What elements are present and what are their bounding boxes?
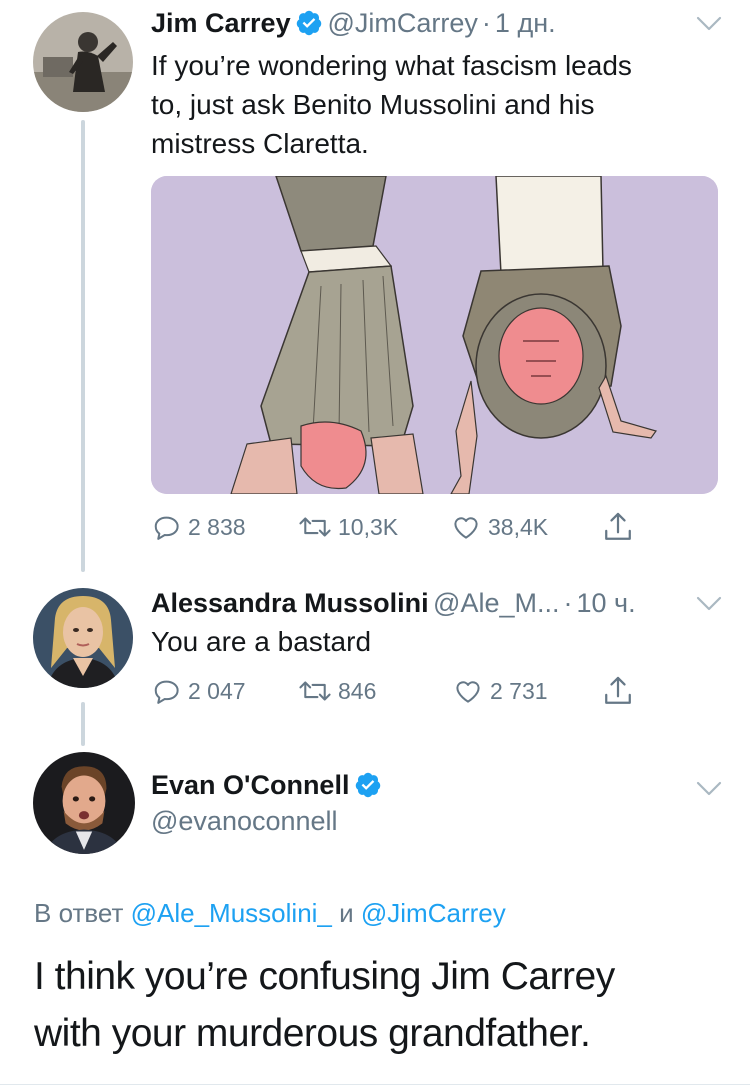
tweet2-reply-action[interactable]: 2 047 [152, 676, 246, 706]
tweet2-like-count: 2 731 [490, 677, 548, 704]
tweet2-header: Alessandra Mussolini @Ale_M... · 10 ч. [151, 588, 636, 619]
tweet1-text-line: to, just ask Benito Mussolini and his [151, 89, 595, 120]
illustration [151, 176, 718, 494]
tweet1-handle[interactable]: @JimCarrey [328, 8, 478, 38]
tweet3-text-line: I think you’re confusing Jim Carrey [34, 955, 615, 998]
tweet2-retweet-count: 846 [338, 677, 377, 704]
tweet2-retweet-action[interactable]: 846 [298, 676, 376, 706]
tweet1-reply-count: 2 838 [188, 513, 246, 540]
tweet1-sep: · [481, 8, 491, 38]
reply-icon [154, 680, 179, 704]
tweet2-handle[interactable]: @Ale_M... [433, 588, 559, 618]
tweet1-header: Jim Carrey @JimCarrey · 1 дн. [151, 8, 556, 39]
avatar-jim-carrey[interactable] [33, 12, 133, 112]
tweet3-author-name[interactable]: Evan O'Connell [151, 770, 349, 800]
reply-mention-ale-mussolini[interactable]: @Ale_Mussolini_ [131, 898, 332, 928]
tweet3-text: I think you’re confusing Jim Carrey with… [34, 948, 615, 1062]
bottom-divider [0, 1084, 750, 1085]
tweet2-author-name[interactable]: Alessandra Mussolini [151, 588, 429, 618]
retweet-icon [299, 517, 331, 537]
tweet1-like-count: 38,4K [488, 513, 549, 540]
share-icon [605, 512, 631, 540]
avatar-evan-oconnell[interactable] [33, 752, 135, 854]
thread-line-1 [81, 120, 85, 572]
tweet1-share-action[interactable] [602, 510, 634, 544]
tweet1-text-line: mistress Claretta. [151, 128, 369, 159]
avatar-photo [33, 12, 133, 112]
chevron-down-icon[interactable] [696, 595, 722, 613]
avatar-photo [33, 588, 133, 688]
avatar-alessandra-mussolini[interactable] [33, 588, 133, 688]
like-icon [454, 517, 478, 539]
tweet2-like-action[interactable]: 2 731 [452, 676, 548, 706]
tweet3-header: Evan O'Connell [151, 770, 382, 801]
reply-prefix: В ответ [34, 898, 124, 928]
reply-mention-jimcarrey[interactable]: @JimCarrey [361, 898, 506, 928]
tweet3-text-line: with your murderous grandfather. [34, 1012, 591, 1055]
reply-and: и [339, 898, 354, 928]
chevron-down-icon[interactable] [696, 780, 722, 798]
like-icon [456, 681, 480, 703]
verified-badge-icon [354, 771, 382, 799]
tweet1-media-image[interactable] [151, 176, 718, 494]
reply-icon [154, 516, 179, 540]
thread-line-2 [81, 702, 85, 746]
tweet2-time[interactable]: 10 ч. [577, 588, 636, 618]
tweet2-reply-count: 2 047 [188, 677, 246, 704]
verified-badge-icon [295, 9, 323, 37]
tweet2-text: You are a bastard [151, 626, 372, 657]
tweet1-text: If you’re wondering what fascism leads t… [151, 46, 632, 163]
tweet1-time[interactable]: 1 дн. [495, 8, 556, 38]
tweet2-sep: · [563, 588, 573, 618]
tweet2-share-action[interactable] [602, 674, 634, 708]
tweet3-handle[interactable]: @evanoconnell [151, 806, 338, 837]
tweet1-retweet-count: 10,3K [338, 513, 399, 540]
tweet1-text-line: If you’re wondering what fascism leads [151, 50, 632, 81]
tweet1-like-action[interactable]: 38,4K [450, 512, 548, 542]
tweet3-reply-context: В ответ @Ale_Mussolini_ и @JimCarrey [34, 898, 506, 929]
share-icon [605, 676, 631, 704]
avatar-photo [33, 752, 135, 854]
tweet1-author-name[interactable]: Jim Carrey [151, 8, 291, 38]
chevron-down-icon[interactable] [696, 15, 722, 33]
tweet1-reply-action[interactable]: 2 838 [152, 512, 246, 542]
tweet1-retweet-action[interactable]: 10,3K [298, 512, 398, 542]
retweet-icon [299, 681, 331, 701]
